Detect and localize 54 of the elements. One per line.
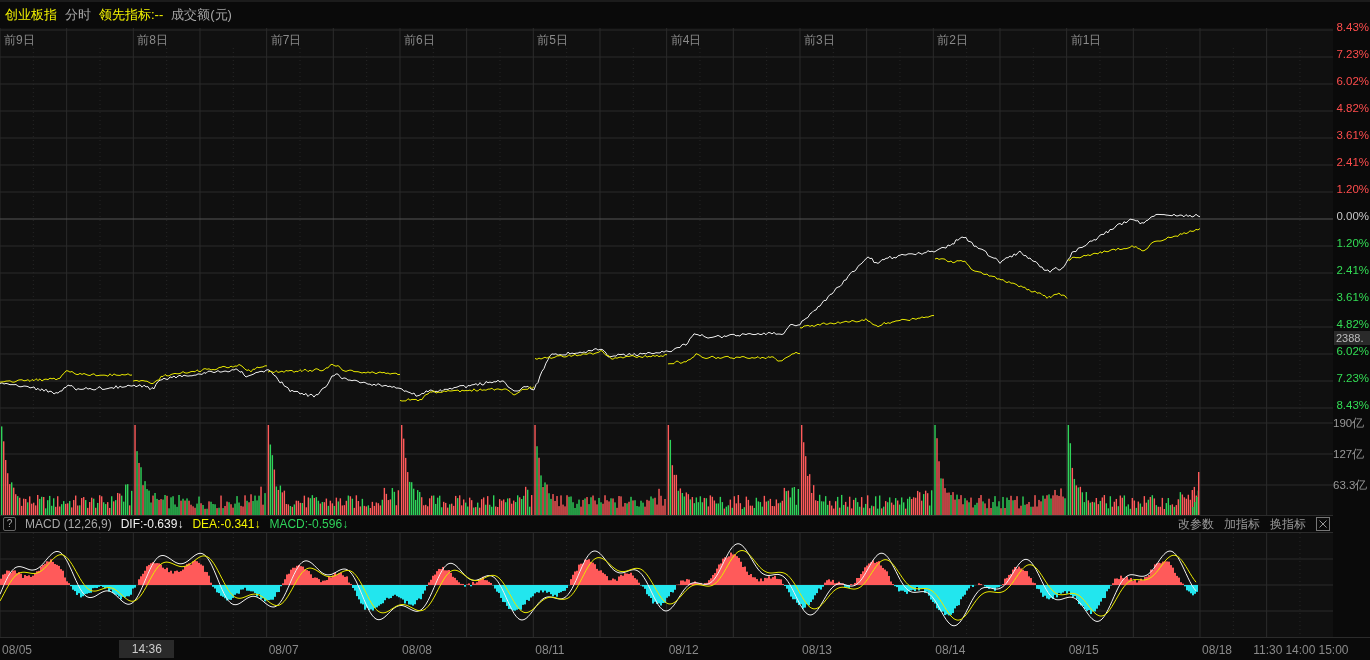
percent-tick: 6.02%: [1335, 345, 1370, 357]
day-label: 前9日: [4, 33, 35, 47]
percent-tick: 6.02%: [1335, 75, 1370, 87]
date-label: 08/13: [800, 642, 832, 657]
date-label: 08/08: [401, 642, 432, 657]
percent-tick: 8.43%: [1335, 21, 1370, 33]
date-label: 08/15: [1067, 642, 1099, 657]
close-icon[interactable]: [1316, 517, 1330, 531]
cursor-time: 14:36: [119, 640, 175, 658]
date-label: 08/05: [1, 642, 33, 657]
volume-tick: 190亿: [1333, 416, 1366, 430]
help-button[interactable]: ?: [3, 517, 16, 531]
day-label: 前7日: [270, 33, 302, 47]
mode-label: 分时: [65, 6, 91, 24]
volume-tick: 127亿: [1333, 447, 1366, 461]
date-label: 08/12: [667, 642, 699, 657]
day-label: 前3日: [803, 33, 835, 47]
percent-tick: 4.82%: [1335, 318, 1370, 330]
time-tick: 15:00: [1318, 642, 1349, 657]
day-label: 前6日: [404, 33, 435, 47]
indicator-button[interactable]: 加指标: [1224, 515, 1260, 533]
percent-tick: 0.00%: [1335, 210, 1370, 222]
date-label: 08/14: [934, 642, 966, 657]
date-label: 08/07: [267, 642, 299, 657]
dea-value: DEA:-0.341↓: [192, 517, 261, 531]
indicator-button[interactable]: 改参数: [1178, 515, 1214, 533]
volume-tick: 63.3亿: [1333, 478, 1369, 492]
time-tick: 11:30: [1253, 642, 1283, 657]
date-label: 08/11: [534, 642, 565, 657]
day-label: 前2日: [937, 33, 968, 47]
percent-tick: 7.23%: [1335, 48, 1370, 60]
dif-value: DIF:-0.639↓: [120, 517, 184, 531]
percent-tick: 7.23%: [1335, 372, 1370, 384]
percent-tick: 2.41%: [1335, 264, 1370, 276]
time-tick: 14:00: [1285, 642, 1316, 657]
date-label: 08/18: [1200, 642, 1232, 657]
macd-label: MACD (12,26,9): [25, 517, 112, 531]
macd-value: MACD:-0.596↓: [269, 517, 349, 531]
percent-tick: 3.61%: [1335, 291, 1370, 303]
percent-tick: 3.61%: [1335, 129, 1370, 141]
volume-label: 成交额(元): [171, 6, 232, 24]
day-label: 前5日: [537, 33, 568, 47]
percent-tick: 8.43%: [1335, 399, 1370, 411]
day-label: 前8日: [137, 33, 168, 47]
price-tag: 2388.: [1334, 331, 1370, 345]
day-label: 前1日: [1070, 33, 1102, 47]
percent-tick: 1.20%: [1335, 237, 1370, 249]
indicator-label: 领先指标:--: [99, 6, 164, 24]
day-label: 前4日: [670, 33, 702, 47]
percent-tick: 1.20%: [1335, 183, 1370, 195]
percent-tick: 2.41%: [1335, 156, 1370, 168]
percent-tick: 4.82%: [1335, 102, 1370, 114]
index-title: 创业板指: [5, 6, 57, 24]
indicator-button[interactable]: 换指标: [1270, 515, 1306, 533]
